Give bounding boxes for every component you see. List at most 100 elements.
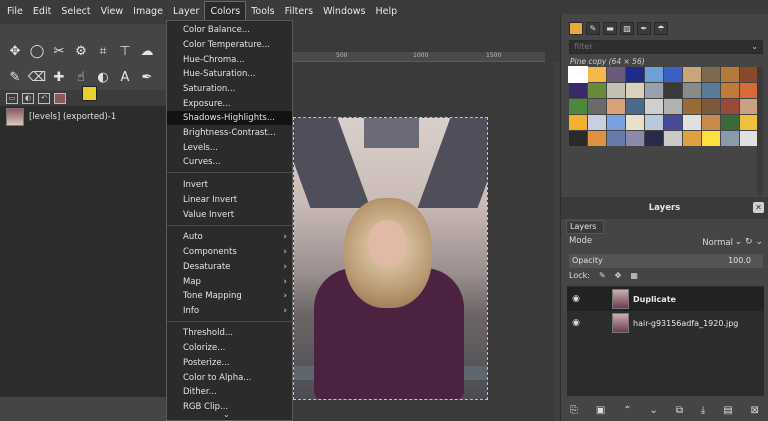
pattern-swatch[interactable]: [721, 115, 739, 130]
menu-item-color-balance[interactable]: Color Balance...: [167, 23, 292, 37]
eye-icon[interactable]: ◉: [567, 318, 585, 328]
menu-item-color-to-alpha[interactable]: Color to Alpha...: [167, 371, 292, 385]
menu-item-posterize[interactable]: Posterize...: [167, 356, 292, 370]
menu-item-color-temperature[interactable]: Color Temperature...: [167, 38, 292, 52]
menu-item-auto[interactable]: Auto ›: [167, 230, 292, 244]
delete-layer-icon[interactable]: ⊠: [751, 405, 759, 416]
move-icon[interactable]: ✥: [4, 40, 26, 62]
layer-row[interactable]: ◉ hair-g93156adfa_1920.jpg: [567, 311, 764, 335]
image-list-item-label[interactable]: [levels] (exported)-1: [29, 112, 116, 122]
pattern-swatch[interactable]: [702, 67, 720, 82]
pattern-swatch[interactable]: [664, 99, 682, 114]
lower-layer-icon[interactable]: ⌄: [650, 405, 658, 416]
chevron-down-icon[interactable]: ⌄: [751, 41, 758, 53]
pattern-swatch[interactable]: [721, 131, 739, 146]
pattern-swatch[interactable]: [626, 67, 644, 82]
pattern-swatch[interactable]: [588, 99, 606, 114]
pattern-swatch[interactable]: [664, 67, 682, 82]
heal-icon[interactable]: ✚: [48, 66, 70, 88]
menu-item-invert[interactable]: Invert: [167, 178, 292, 192]
menu-help[interactable]: Help: [371, 2, 403, 22]
ellipse-select-icon[interactable]: ◯: [26, 40, 48, 62]
menu-item-threshold[interactable]: Threshold...: [167, 326, 292, 340]
menu-layer[interactable]: Layer: [168, 2, 205, 22]
pattern-swatch[interactable]: [702, 115, 720, 130]
pattern-swatch[interactable]: [645, 67, 663, 82]
mode-options-icon[interactable]: ⌄ ↻ ⌄: [735, 237, 763, 247]
device-status-tab-icon[interactable]: ◐: [22, 92, 34, 104]
text-icon[interactable]: A: [114, 66, 136, 88]
images-tab-icon[interactable]: [54, 92, 66, 104]
fonts-tab-icon[interactable]: ▬: [603, 22, 617, 35]
menu-item-shadows-highlights[interactable]: Shadows-Highlights...: [167, 111, 292, 125]
menu-item-dither[interactable]: Dither...: [167, 385, 292, 399]
opacity-value[interactable]: 100.0: [728, 254, 751, 268]
layer-row[interactable]: ◉ Duplicate: [567, 287, 764, 311]
paintbrush-icon[interactable]: ✎: [4, 66, 26, 88]
pattern-swatch[interactable]: [683, 99, 701, 114]
color-picker-icon[interactable]: ✒: [136, 66, 158, 88]
pattern-swatch[interactable]: [626, 83, 644, 98]
eraser-icon[interactable]: ⌫: [26, 66, 48, 88]
merge-down-icon[interactable]: ⤓: [701, 405, 705, 416]
pattern-swatch[interactable]: [740, 115, 758, 130]
menu-item-desaturate[interactable]: Desaturate ›: [167, 260, 292, 274]
pattern-scrollbar[interactable]: [757, 67, 763, 195]
transform-icon[interactable]: ⊤: [114, 40, 136, 62]
pattern-swatch[interactable]: [607, 115, 625, 130]
pattern-swatch[interactable]: [683, 83, 701, 98]
pattern-swatch[interactable]: [702, 83, 720, 98]
pattern-swatch[interactable]: [683, 131, 701, 146]
menu-item-info[interactable]: Info ›: [167, 304, 292, 318]
raise-layer-icon[interactable]: ⌃: [623, 405, 631, 416]
warp-icon[interactable]: ☁: [136, 40, 158, 62]
pattern-swatch[interactable]: [721, 67, 739, 82]
pattern-swatch[interactable]: [645, 99, 663, 114]
eye-icon[interactable]: ◉: [567, 294, 585, 304]
lock-pixels-icon[interactable]: ✎: [599, 271, 606, 280]
image-thumbnail[interactable]: [6, 108, 24, 126]
tool-options-tab-icon[interactable]: ▭: [6, 92, 18, 104]
pattern-swatch[interactable]: [740, 99, 758, 114]
menu-item-curves[interactable]: Curves...: [167, 155, 292, 169]
dodge-icon[interactable]: ◐: [92, 66, 114, 88]
pattern-swatch[interactable]: [588, 131, 606, 146]
menu-item-value-invert[interactable]: Value Invert: [167, 208, 292, 222]
new-group-icon[interactable]: ▣: [596, 405, 605, 416]
menu-item-brightness-contrast[interactable]: Brightness-Contrast...: [167, 126, 292, 140]
pattern-swatch[interactable]: [607, 83, 625, 98]
brushes-tab-icon[interactable]: ✎: [586, 22, 600, 35]
pattern-swatch[interactable]: [607, 131, 625, 146]
smudge-icon[interactable]: ☝: [70, 66, 92, 88]
menu-item-exposure[interactable]: Exposure...: [167, 97, 292, 111]
undo-history-tab-icon[interactable]: ↶: [38, 92, 50, 104]
menu-image[interactable]: Image: [128, 2, 168, 22]
layer-name[interactable]: Duplicate: [633, 295, 676, 304]
pattern-swatch[interactable]: [626, 115, 644, 130]
pattern-swatch[interactable]: [569, 131, 587, 146]
close-icon[interactable]: ✕: [753, 202, 764, 213]
pattern-swatch[interactable]: [645, 131, 663, 146]
menu-item-components[interactable]: Components ›: [167, 245, 292, 259]
pattern-swatch[interactable]: [568, 66, 588, 83]
lock-alpha-icon[interactable]: ▦: [630, 271, 638, 280]
patterns-tab-icon[interactable]: [569, 22, 583, 35]
layer-name[interactable]: hair-g93156adfa_1920.jpg: [633, 319, 738, 328]
pattern-swatch[interactable]: [740, 83, 758, 98]
pattern-swatch[interactable]: [626, 99, 644, 114]
menu-tools[interactable]: Tools: [246, 2, 279, 22]
pattern-swatch[interactable]: [607, 67, 625, 82]
menu-edit[interactable]: Edit: [28, 2, 56, 22]
pattern-swatch[interactable]: [664, 83, 682, 98]
foreground-color[interactable]: [82, 86, 97, 101]
menu-item-hue-saturation[interactable]: Hue-Saturation...: [167, 67, 292, 81]
mode-select[interactable]: Normal: [702, 238, 733, 248]
menu-item-tone-mapping[interactable]: Tone Mapping ›: [167, 289, 292, 303]
pattern-swatch[interactable]: [702, 131, 720, 146]
duplicate-layer-icon[interactable]: ⧉: [676, 405, 683, 416]
menu-item-levels[interactable]: Levels...: [167, 141, 292, 155]
pattern-swatch[interactable]: [721, 99, 739, 114]
tool-presets-tab-icon[interactable]: ☂: [654, 22, 668, 35]
opacity-slider[interactable]: Opacity 100.0: [569, 254, 763, 268]
new-layer-icon[interactable]: ⎘: [570, 405, 578, 416]
